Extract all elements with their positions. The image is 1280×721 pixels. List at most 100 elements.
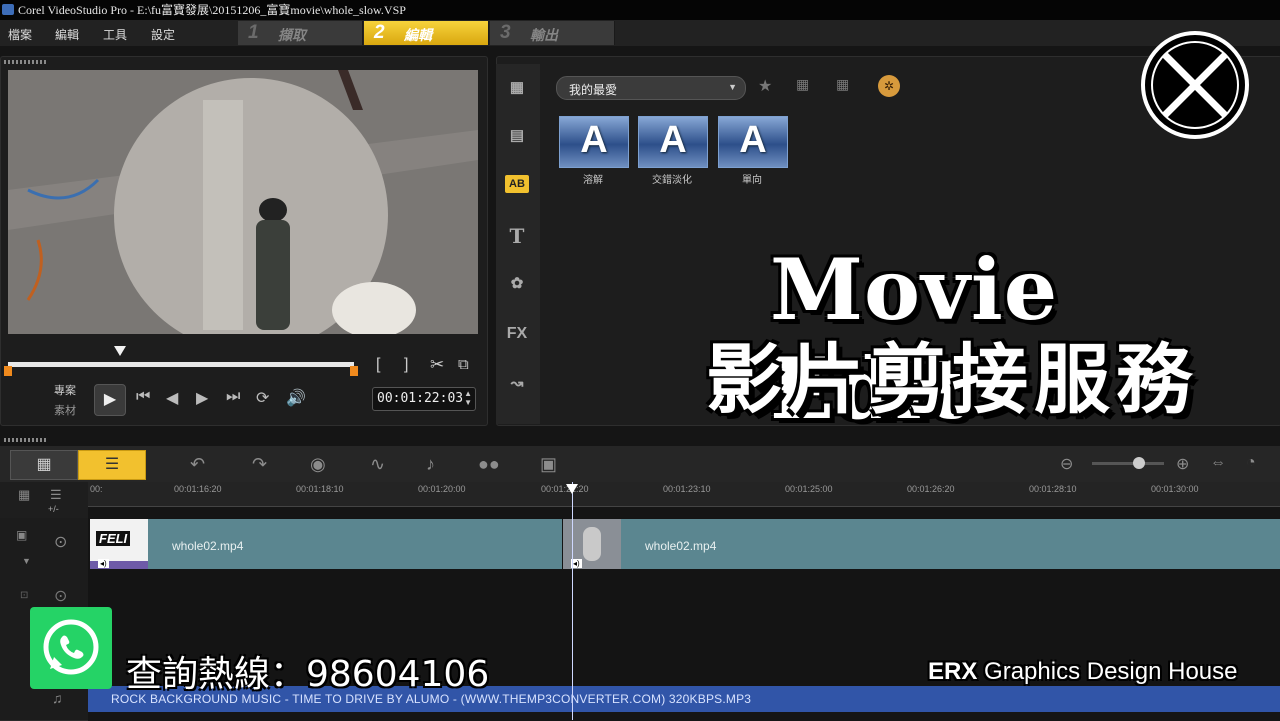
- video-clip[interactable]: FELI whole02.mp4 ◂): [90, 519, 562, 569]
- thumb-label: 溶解: [583, 175, 603, 186]
- trim-end-handle[interactable]: [350, 366, 358, 376]
- clip-name: whole02.mp4: [172, 539, 244, 553]
- home-icon[interactable]: ⏮: [136, 388, 150, 406]
- panel-grip[interactable]: [4, 60, 48, 64]
- playhead-marker[interactable]: [114, 346, 126, 356]
- menu-edit[interactable]: 編輯: [55, 26, 79, 43]
- timeline-view-button[interactable]: ☰: [78, 450, 146, 480]
- mark-out-button[interactable]: ]: [404, 356, 408, 374]
- track-header-top: [0, 482, 88, 518]
- menu-file[interactable]: 檔案: [8, 26, 32, 43]
- video-track-icon: ⊙: [54, 534, 68, 551]
- split-clip-icon[interactable]: ✂: [430, 355, 444, 375]
- apply-transition-all-icon[interactable]: ▦: [836, 76, 849, 93]
- zoom-slider[interactable]: [1092, 462, 1164, 465]
- audio-indicator-icon: ◂): [98, 559, 109, 568]
- step-capture-tab[interactable]: 1 擷取: [238, 21, 363, 45]
- track-manager-icon[interactable]: ▦: [18, 487, 30, 503]
- track-lock-icon[interactable]: ⊡: [20, 590, 28, 601]
- sound-mixer-icon[interactable]: ∿: [370, 454, 385, 475]
- music-track-header: ♫: [0, 686, 88, 721]
- fit-project-icon[interactable]: ⇔: [1210, 454, 1226, 472]
- chevron-down-icon: ▼: [728, 82, 737, 92]
- ruler-tick-label: 00:01:16:20: [174, 484, 222, 494]
- previous-frame-icon[interactable]: ◀: [166, 388, 178, 408]
- feli-logo: FELI: [96, 531, 131, 546]
- ruler-tick-label: 00:01:23:10: [663, 484, 711, 494]
- video-clip[interactable]: whole02.mp4 ◂): [563, 519, 1280, 569]
- thumb-label: 交錯淡化: [652, 175, 692, 186]
- zoom-slider-thumb[interactable]: [1133, 457, 1145, 469]
- overlay-track[interactable]: [88, 572, 1280, 628]
- timecode-stepper-icon[interactable]: ▲ ▼: [464, 389, 472, 407]
- undo-icon[interactable]: ↶: [190, 454, 205, 475]
- brand-bold: ERX: [928, 658, 978, 685]
- volume-icon[interactable]: 🔊: [286, 388, 306, 408]
- project-mode-toggle[interactable]: 專案: [54, 382, 76, 398]
- transition-tab-icon[interactable]: AB: [505, 175, 529, 193]
- end-icon[interactable]: ⏭: [226, 388, 240, 406]
- overlay-track-icon: ⊙: [54, 588, 68, 605]
- play-button[interactable]: ▶: [94, 384, 126, 416]
- ruler-tick-label: 00:01:26:20: [907, 484, 955, 494]
- redo-icon[interactable]: ↷: [252, 454, 267, 475]
- folder-dropdown-value: 我的最愛: [569, 83, 618, 97]
- apply-random-transition-icon[interactable]: ▦: [796, 76, 809, 93]
- ruler-tick-label: 00:01:30:00: [1151, 484, 1199, 494]
- step-share-tab[interactable]: 3 輸出: [490, 21, 615, 45]
- subtitle-editor-icon[interactable]: ▣: [540, 454, 557, 475]
- step-edit-tab[interactable]: 2 編輯: [364, 21, 489, 45]
- filter-tab-icon[interactable]: FX: [503, 322, 531, 346]
- headline-chinese: 影片剪接服務: [706, 335, 1198, 424]
- app-icon: [2, 4, 14, 15]
- enlarge-preview-icon[interactable]: ⧉: [458, 356, 469, 373]
- timeline-playhead-marker[interactable]: [566, 484, 578, 494]
- add-favorite-icon[interactable]: ★: [758, 76, 772, 96]
- brand-text: ERX Graphics Design House: [928, 658, 1237, 686]
- window-title: Corel VideoStudio Pro - E:\fu富寶發展\201512…: [18, 3, 406, 17]
- clip-mode-toggle[interactable]: 素材: [54, 402, 76, 418]
- path-tab-icon[interactable]: ↝: [503, 372, 531, 396]
- whatsapp-logo: [30, 607, 112, 689]
- track-lock-icon[interactable]: ▣: [16, 528, 27, 542]
- expand-track-icon[interactable]: ▼: [22, 556, 31, 566]
- mark-in-button[interactable]: [: [376, 356, 380, 374]
- transition-thumb-fadeto[interactable]: A: [718, 116, 788, 168]
- transition-thumb-dissolve[interactable]: A: [559, 116, 629, 168]
- thumb-label: 單向: [742, 175, 762, 186]
- instant-project-tab-icon[interactable]: ▤: [503, 124, 531, 148]
- chapter-point-icon[interactable]: ☰: [50, 487, 62, 503]
- add-remove-track-toggle[interactable]: +/-: [48, 504, 59, 514]
- ruler-tick-label: 00:01:20:00: [418, 484, 466, 494]
- next-frame-icon[interactable]: ▶: [196, 388, 208, 408]
- menu-bar: [0, 20, 1280, 46]
- trim-start-handle[interactable]: [4, 366, 12, 376]
- transition-thumb-crossfade[interactable]: A: [638, 116, 708, 168]
- graphic-tab-icon[interactable]: ✿: [503, 272, 531, 296]
- title-tab-icon[interactable]: T: [503, 224, 531, 248]
- menu-tools[interactable]: 工具: [103, 26, 127, 43]
- record-capture-icon[interactable]: ◉: [310, 454, 326, 475]
- repeat-icon[interactable]: ⟳: [256, 388, 269, 408]
- hotline-text: 查詢熱線：98604106: [126, 654, 490, 695]
- preview-frame: [8, 70, 478, 334]
- library-options-icon[interactable]: ✲: [878, 75, 900, 97]
- zoom-in-icon[interactable]: ⊕: [1176, 454, 1189, 474]
- project-duration-icon[interactable]: ◔: [1246, 454, 1256, 472]
- clip-name: whole02.mp4: [645, 539, 717, 553]
- scrubber-track[interactable]: [8, 362, 354, 367]
- close-x-logo: [1140, 30, 1250, 140]
- brand-rest: Graphics Design House: [977, 658, 1238, 685]
- motion-tracking-icon[interactable]: ●●: [478, 454, 500, 475]
- auto-music-icon[interactable]: ♪: [426, 454, 435, 475]
- preview-window: [8, 70, 478, 334]
- timeline-playhead[interactable]: [572, 482, 573, 720]
- menu-settings[interactable]: 設定: [151, 26, 175, 43]
- folder-dropdown[interactable]: 我的最愛 ▼: [556, 76, 746, 100]
- timeline-grip[interactable]: [4, 438, 48, 442]
- media-tab-icon[interactable]: ▦: [503, 76, 531, 100]
- timecode-value: 00:01:22:03: [377, 391, 464, 406]
- zoom-out-icon[interactable]: ⊖: [1060, 454, 1073, 474]
- timecode-box[interactable]: 00:01:22:03 ▲ ▼: [372, 387, 476, 411]
- storyboard-view-button[interactable]: ▦: [10, 450, 78, 480]
